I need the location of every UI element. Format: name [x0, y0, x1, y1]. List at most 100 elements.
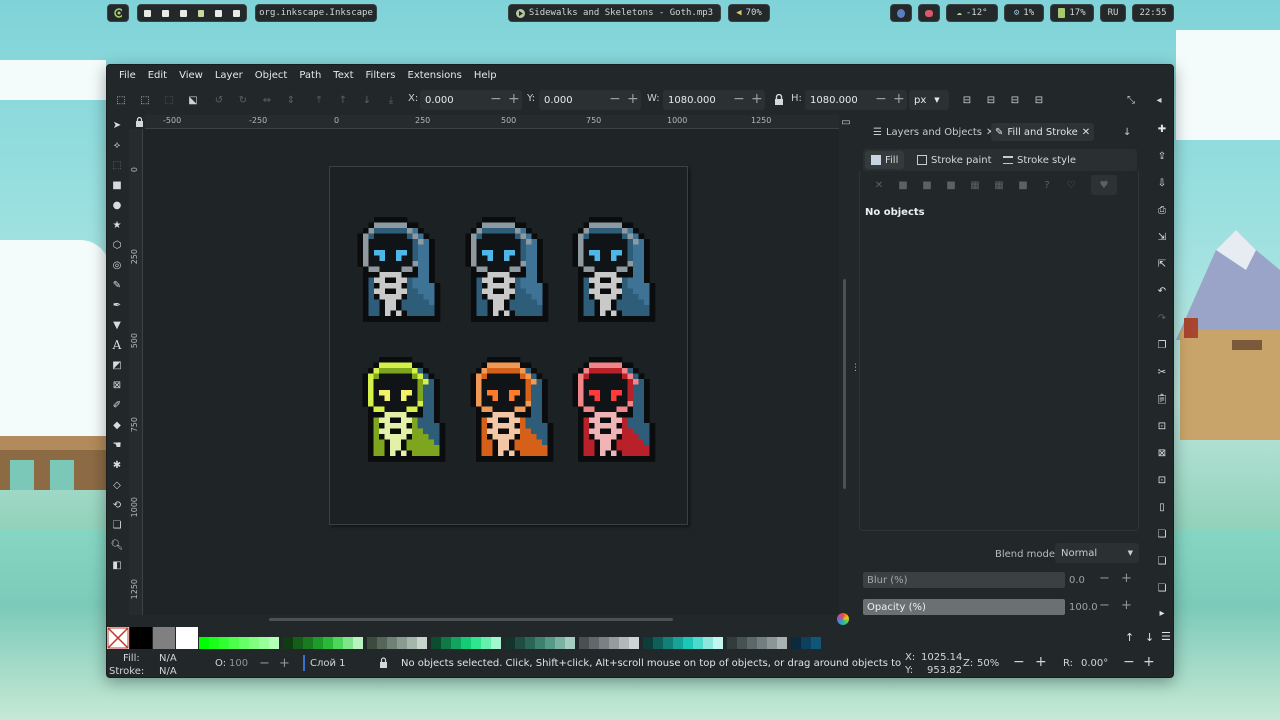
- skeleton-sprite[interactable]: [572, 217, 656, 322]
- blend-mode-select[interactable]: Normal ▼: [1055, 543, 1139, 563]
- battery-indicator[interactable]: 17%: [1050, 4, 1094, 22]
- rotate-ccw-icon[interactable]: ↺: [211, 92, 227, 108]
- status-opacity-field[interactable]: 100 − +: [227, 654, 295, 672]
- cpu-indicator[interactable]: ⚙ 1%: [1004, 4, 1044, 22]
- menu-object[interactable]: Object: [249, 70, 294, 81]
- palette-swatch[interactable]: [555, 637, 565, 649]
- unset-paint-icon[interactable]: ?: [1039, 177, 1055, 193]
- raise-to-top-icon[interactable]: ⤒: [311, 92, 327, 108]
- palette-swatch[interactable]: [757, 637, 767, 649]
- palette-swatch[interactable]: [747, 637, 757, 649]
- raise-icon[interactable]: ↑: [335, 92, 351, 108]
- subtab-fill[interactable]: Fill: [865, 151, 905, 169]
- tab-fill-stroke[interactable]: ✎ Fill and Stroke ✕: [991, 123, 1095, 141]
- zoom-dim-icon[interactable]: ⬚: [109, 157, 125, 173]
- ruler-vertical[interactable]: 0 250 500 750 1000 1250: [129, 129, 143, 615]
- zoom-in-button[interactable]: +: [1035, 654, 1047, 670]
- menu-text[interactable]: Text: [327, 70, 359, 81]
- black-swatch[interactable]: [130, 627, 152, 649]
- palette-swatch[interactable]: [801, 637, 811, 649]
- palette-swatch[interactable]: [713, 637, 723, 649]
- fill-indicator[interactable]: N/A: [159, 653, 177, 664]
- new-document-icon[interactable]: ✚: [1154, 121, 1170, 137]
- opacity-value[interactable]: 100.0: [1069, 602, 1098, 613]
- x-decrement[interactable]: −: [490, 91, 502, 107]
- selector-tool-icon[interactable]: ➤: [109, 117, 125, 133]
- layer-lock-icon[interactable]: [375, 654, 391, 670]
- palette-swatch[interactable]: [727, 637, 737, 649]
- palette-swatch[interactable]: [397, 637, 407, 649]
- scale-stroke-icon[interactable]: ⊟: [959, 92, 975, 108]
- palette-swatch[interactable]: [545, 637, 555, 649]
- palette-swatch[interactable]: [653, 637, 663, 649]
- flip-vertical-icon[interactable]: ⇕: [283, 92, 299, 108]
- palette-swatch[interactable]: [491, 637, 501, 649]
- menu-filters[interactable]: Filters: [360, 70, 402, 81]
- export-icon[interactable]: ⇱: [1154, 256, 1170, 272]
- zoom-page-icon[interactable]: ⊡: [1154, 472, 1170, 488]
- palette-swatch[interactable]: [565, 637, 575, 649]
- skeleton-sprite[interactable]: [362, 357, 446, 462]
- palette-swatch[interactable]: [703, 637, 713, 649]
- y-decrement[interactable]: −: [609, 91, 621, 107]
- tweak-tool-icon[interactable]: ☚: [109, 437, 125, 453]
- weather-indicator[interactable]: ☁ -12°: [946, 4, 998, 22]
- palette-swatch[interactable]: [811, 637, 821, 649]
- redo-icon[interactable]: ↷: [1154, 310, 1170, 326]
- zoom-tool-icon[interactable]: 🔍︎: [109, 537, 125, 553]
- snap-menu-icon[interactable]: ◂: [1151, 92, 1167, 108]
- palette-swatch[interactable]: [303, 637, 313, 649]
- ellipse-tool-icon[interactable]: ●: [109, 197, 125, 213]
- w-increment[interactable]: +: [751, 91, 763, 107]
- horizontal-scrollbar[interactable]: [269, 618, 673, 621]
- node-tool-icon[interactable]: ⟡: [109, 137, 125, 153]
- opacity-decrement[interactable]: −: [259, 656, 270, 671]
- lower-to-bottom-icon[interactable]: ⤓: [383, 92, 399, 108]
- workspace-6[interactable]: [233, 9, 240, 17]
- palette-swatch[interactable]: [451, 637, 461, 649]
- rotate-value[interactable]: 0.00°: [1081, 658, 1108, 669]
- skeleton-sprite[interactable]: [470, 357, 554, 462]
- blur-slider[interactable]: Blur (%): [863, 572, 1065, 588]
- undo-icon[interactable]: ↶: [1154, 283, 1170, 299]
- subtab-stroke-style[interactable]: Stroke style: [997, 151, 1082, 169]
- palette-swatch[interactable]: [737, 637, 747, 649]
- volume-indicator[interactable]: ◀ 70%: [728, 4, 770, 22]
- clone-icon[interactable]: ❏: [1154, 553, 1170, 569]
- lock-ratio-icon[interactable]: [771, 92, 787, 108]
- x-field[interactable]: 0.000 − +: [420, 90, 522, 110]
- palette-swatch[interactable]: [249, 637, 259, 649]
- fill-rule-nonzero-icon[interactable]: ♥: [1091, 175, 1117, 195]
- h-field[interactable]: 1080.000 − +: [805, 90, 907, 110]
- text-tool-icon[interactable]: A: [109, 337, 125, 353]
- print-icon[interactable]: ⎙: [1154, 202, 1170, 218]
- palette-swatch[interactable]: [417, 637, 427, 649]
- copy-icon[interactable]: ❐: [1154, 337, 1170, 353]
- mesh-gradient-icon[interactable]: ▦: [967, 177, 983, 193]
- touch-select-icon[interactable]: ⬕: [185, 92, 201, 108]
- palette-swatch[interactable]: [259, 637, 269, 649]
- radial-gradient-icon[interactable]: ■: [943, 177, 959, 193]
- opacity-increment[interactable]: +: [1121, 598, 1132, 613]
- palette-swatch[interactable]: [293, 637, 303, 649]
- unit-select[interactable]: px ▼: [909, 90, 949, 110]
- select-all-icon[interactable]: ⬚: [113, 92, 129, 108]
- workspace-2[interactable]: [161, 9, 169, 17]
- palette-swatch[interactable]: [579, 637, 589, 649]
- palette-swatch[interactable]: [673, 637, 683, 649]
- blur-decrement[interactable]: −: [1099, 571, 1110, 586]
- palette-swatch[interactable]: [219, 637, 229, 649]
- menu-view[interactable]: View: [173, 70, 209, 81]
- palette-swatch[interactable]: [269, 637, 279, 649]
- paint-bucket-tool-icon[interactable]: ◆: [109, 417, 125, 433]
- gradient-tool-icon[interactable]: ◩: [109, 357, 125, 373]
- palette-swatch[interactable]: [377, 637, 387, 649]
- fill-rule-evenodd-icon[interactable]: ♡: [1063, 177, 1079, 193]
- duplicate-icon[interactable]: ❏: [1154, 526, 1170, 542]
- palette-swatch[interactable]: [525, 637, 535, 649]
- network-indicator[interactable]: [890, 4, 912, 22]
- move-patterns-icon[interactable]: ⊟: [1031, 92, 1047, 108]
- deselect-icon[interactable]: ⬚: [161, 92, 177, 108]
- eraser-tool-icon[interactable]: ◇: [109, 477, 125, 493]
- white-swatch[interactable]: [176, 627, 198, 649]
